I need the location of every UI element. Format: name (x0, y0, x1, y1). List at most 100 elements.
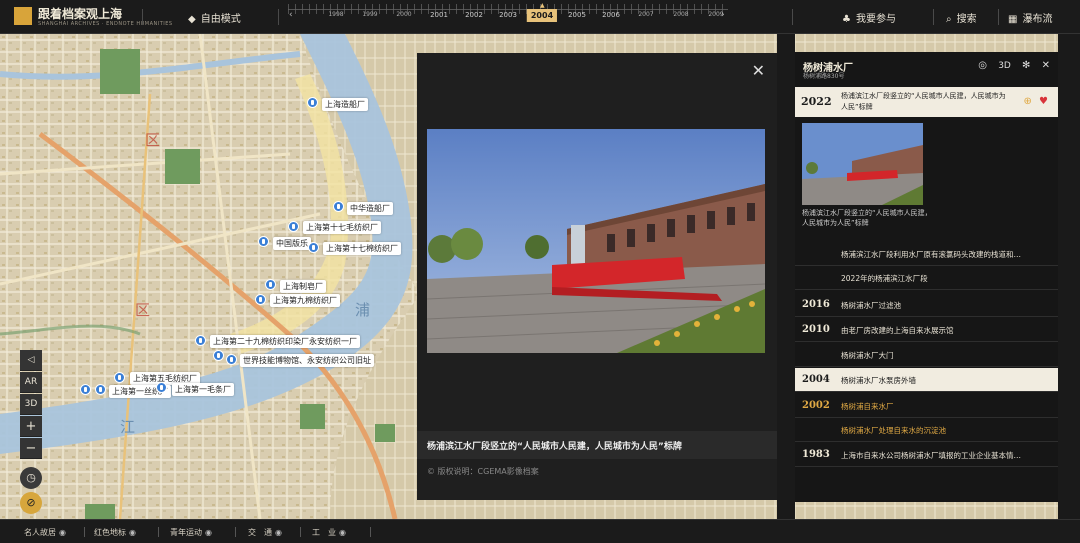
timeline-year-active[interactable]: 2004 (526, 9, 558, 22)
map-pin-icon[interactable] (258, 236, 269, 247)
archive-photo[interactable] (427, 129, 765, 353)
map-pin-icon[interactable] (288, 221, 299, 232)
timeline-item[interactable]: 2002 杨树浦自来水厂 (795, 394, 1058, 418)
map-shade (777, 34, 795, 519)
add-icon[interactable]: ⊕ (1023, 96, 1031, 107)
item-year: 2004 (802, 374, 830, 385)
item-year: 2022 (801, 95, 832, 108)
clock-icon[interactable]: ◷ (20, 467, 42, 489)
divider (792, 9, 793, 25)
item-text: 杨树浦水厂过滤池 (841, 301, 901, 310)
map-pin-icon[interactable] (333, 201, 344, 212)
timeline-year[interactable]: 2001 (430, 11, 448, 19)
timeline-year[interactable]: 2000 (396, 11, 411, 18)
search-button[interactable]: ⌕ 搜索 (946, 10, 977, 25)
eye-icon: ◉ (275, 528, 282, 537)
timeline-year[interactable]: 2006 (602, 11, 620, 19)
divider (998, 9, 999, 25)
timeline-item[interactable]: 杨树浦水厂处理自来水的沉淀池 (795, 418, 1058, 442)
view-3d-button[interactable]: 3D (20, 394, 42, 415)
layer-toggle-industry[interactable]: 工 业 ◉ (312, 527, 346, 538)
eye-icon: ◉ (129, 528, 136, 537)
map-pin-icon[interactable] (307, 97, 318, 108)
layer-toggle-youth[interactable]: 青年运动 ◉ (170, 527, 212, 538)
layer-toggle-transport[interactable]: 交 通 ◉ (248, 527, 282, 538)
map-pin-icon[interactable] (226, 354, 237, 365)
map-pin-label[interactable]: 上海制皂厂 (280, 280, 326, 293)
timeline-year[interactable]: 1998 (328, 11, 343, 18)
item-year: 1983 (802, 449, 830, 460)
compass-icon[interactable]: ⊘ (20, 492, 42, 514)
map-pin-icon[interactable] (95, 384, 106, 395)
timeline-year[interactable]: 2007 (638, 11, 653, 18)
map-pin-label[interactable]: 中国版乐 (273, 237, 311, 250)
timeline-item-highlighted[interactable]: 2004 杨树浦水厂水泵房外墙 (795, 368, 1058, 392)
map-pin-label[interactable]: 上海第十七棉纺织厂 (323, 242, 401, 255)
mode-label: 自由模式 (200, 14, 241, 25)
map-pin-icon[interactable] (195, 335, 206, 346)
user-icon: ♣ (842, 14, 851, 25)
sound-button[interactable]: ◁ (20, 350, 42, 371)
map-pin-label[interactable]: 上海第十七毛纺织厂 (303, 221, 381, 234)
heart-icon[interactable]: ♥ (1039, 96, 1048, 107)
close-icon[interactable]: ✕ (752, 61, 765, 80)
map-pin-label[interactable]: 上海第九棉纺织厂 (270, 294, 340, 307)
timeline-item[interactable]: 1983 上海市自来水公司杨树浦水厂填报的工业企业基本情… (795, 443, 1058, 467)
timeline-year[interactable]: 2003 (499, 11, 517, 19)
timeline-item[interactable]: 2010 由老厂房改建的上海自来水展示馆 (795, 318, 1058, 342)
item-text: 由老厂房改建的上海自来水展示馆 (841, 326, 954, 335)
search-label: 搜索 (956, 14, 977, 25)
timeline-item[interactable]: 杨浦滨江水厂段利用水厂原有滚氯码头改建的栈道和… (795, 242, 1058, 266)
close-icon[interactable]: ✕ (1042, 60, 1050, 71)
top-bar: 跟着档案观上海 SHANGHAI ARCHIVES · ENDNOTE HUMA… (0, 0, 1080, 34)
map-pin-label[interactable]: 上海第二十九棉纺织印染厂永安纺织一厂 (210, 335, 360, 348)
layer-bar: 名人故居 ◉ 红色地标 ◉ 青年运动 ◉ 交 通 ◉ 工 业 ◉ (0, 519, 1080, 543)
item-actions: ⊕ ♥ (1023, 96, 1048, 107)
eye-icon: ◉ (205, 528, 212, 537)
layer-toggle-red[interactable]: 红色地标 ◉ (94, 527, 136, 538)
divider (933, 9, 934, 25)
map-pin-icon[interactable] (265, 279, 276, 290)
view-3d-toggle[interactable]: 3D (998, 61, 1011, 71)
app-title: 跟着档案观上海 (38, 7, 123, 21)
mode-button[interactable]: ◆ 自由模式 (188, 10, 241, 25)
map-pin-icon[interactable] (114, 372, 125, 383)
logo-icon (14, 7, 32, 25)
map-pin-label[interactable]: 世界技能博物馆、永安纺织公司旧址 (240, 354, 374, 367)
ar-button[interactable]: AR (20, 372, 42, 393)
timeline-item-active[interactable]: 2022 杨浦滨江水厂段竖立的“人民城市人民建，人民城市为人民”标牌 ⊕ ♥ (795, 87, 1058, 117)
timeline-item[interactable]: 2016 杨树浦水厂过滤池 (795, 293, 1058, 317)
panorama-icon[interactable]: ◎ (978, 60, 987, 71)
thumbnail-caption: 杨浦滨江水厂段竖立的“人民城市人民建，人民城市为人民”标牌 (802, 209, 932, 227)
timeline-item[interactable]: 2022年的杨浦滨江水厂段 (795, 266, 1058, 290)
map-pin-label[interactable]: 上海第一毛条厂 (172, 383, 234, 396)
waterfall-button[interactable]: ▦ 瀑布流 (1008, 10, 1052, 25)
item-thumbnail[interactable] (802, 123, 923, 205)
grid-icon: ▦ (1008, 14, 1018, 25)
timeline-year[interactable]: 1999 (362, 11, 377, 18)
timeline-year[interactable]: 2008 (673, 11, 688, 18)
detail-sidebar: 杨树浦水厂 杨树浦路830号 ◎ 3D ✻ ✕ 2022 杨浦滨江水厂段竖立的“… (795, 52, 1058, 502)
timeline-year[interactable]: 2009 (708, 11, 723, 18)
divider (235, 527, 236, 537)
map-pin-icon[interactable] (255, 294, 266, 305)
map-pin-icon[interactable] (156, 382, 167, 393)
settings-icon[interactable]: ✻ (1022, 60, 1030, 71)
zoom-in-button[interactable]: + (20, 416, 42, 437)
timeline[interactable]: ‹ › ▲ 1998 1999 2000 2001 2002 2003 2004… (288, 0, 728, 34)
map-pin-label[interactable]: 中华造船厂 (347, 202, 393, 215)
map-pin-icon[interactable] (80, 384, 91, 395)
photo-caption: 杨浦滨江水厂段竖立的“人民城市人民建，人民城市为人民”标牌 (427, 442, 682, 452)
zoom-out-button[interactable]: − (20, 438, 42, 459)
sidebar-toolbar: ◎ 3D ✻ ✕ (970, 60, 1050, 71)
timeline-year[interactable]: 2002 (465, 11, 483, 19)
map-pin-label[interactable]: 上海造船厂 (322, 98, 368, 111)
map-pin-icon[interactable] (308, 242, 319, 253)
participate-button[interactable]: ♣ 我要参与 (842, 10, 896, 25)
timeline-year[interactable]: 2005 (568, 11, 586, 19)
timeline-prev-icon[interactable]: ‹ (289, 10, 293, 20)
map-pin-icon[interactable] (213, 350, 224, 361)
place-address: 杨树浦路830号 (803, 73, 845, 80)
timeline-item[interactable]: 杨树浦水厂大门 (795, 343, 1058, 367)
layer-toggle-celebrity[interactable]: 名人故居 ◉ (24, 527, 66, 538)
